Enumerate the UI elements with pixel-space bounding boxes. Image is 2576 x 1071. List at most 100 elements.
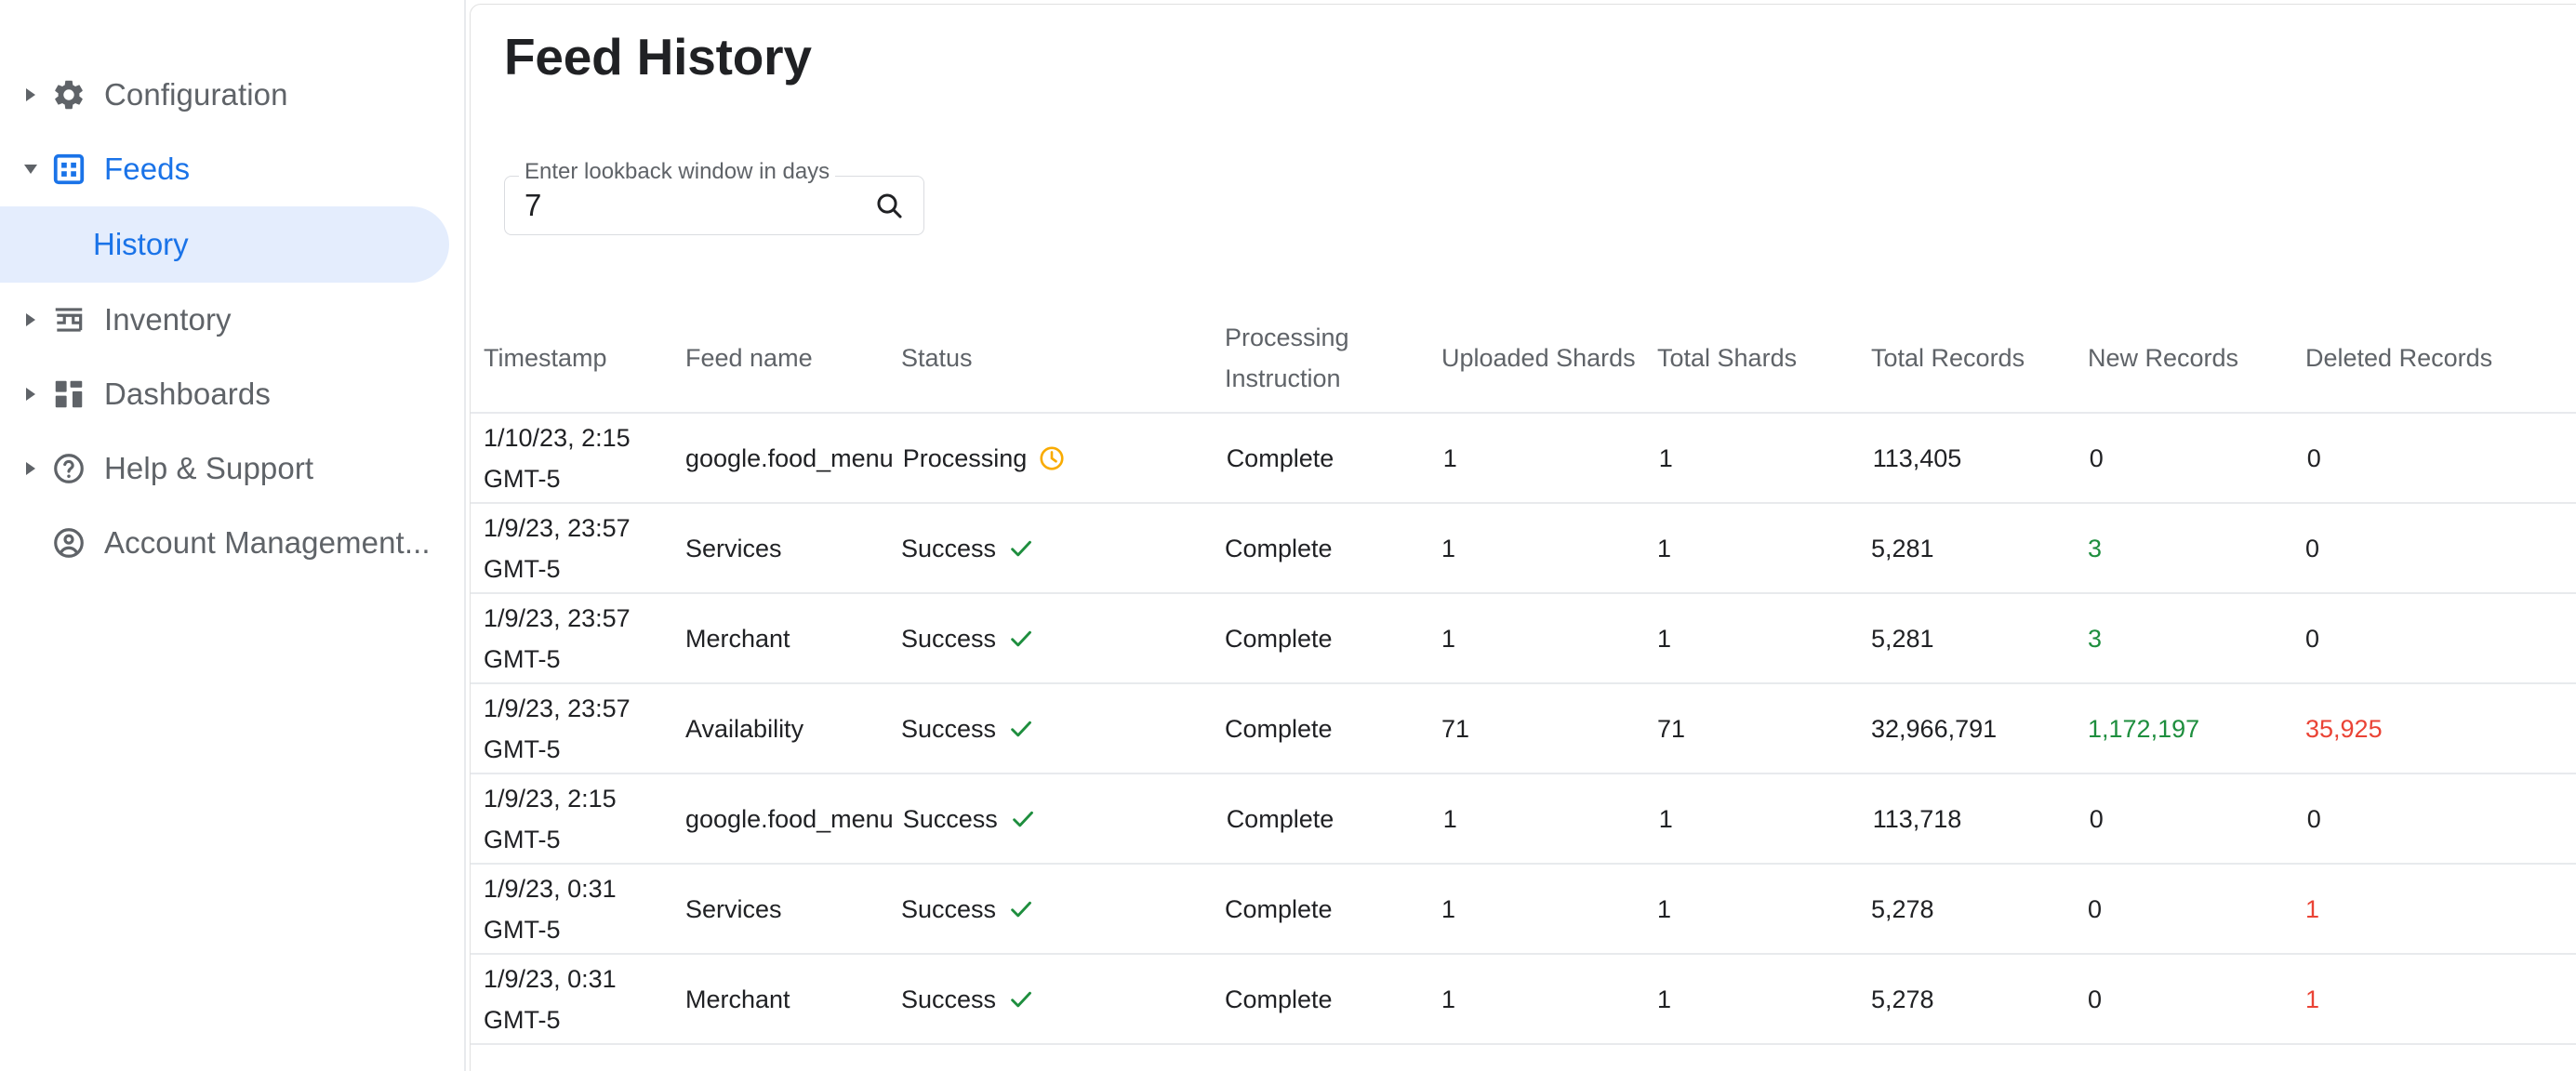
table-body: 1/10/23, 2:15 GMT-5 google.food_menu Proce…	[471, 414, 2576, 1045]
cell-uploaded-shards: 1	[1442, 804, 1457, 833]
cell-status: Success	[901, 528, 1225, 569]
store-icon	[45, 302, 93, 337]
cell-total-shards: 71	[1657, 714, 1686, 743]
cell-deleted-records: 0	[2306, 443, 2321, 472]
feeds-grid-icon	[45, 152, 93, 187]
cell-timestamp: 1/9/23, 23:57 GMT-5	[484, 603, 631, 673]
table-row[interactable]: 1/9/23, 23:57 GMT-5 Availability Success Co…	[471, 684, 2576, 774]
sidebar: Configuration Feeds History Inventory Da…	[0, 0, 466, 1071]
sidebar-item-label: Help & Support	[104, 451, 314, 485]
status-label: Success	[902, 804, 998, 833]
status-label: Processing	[902, 443, 1028, 472]
cell-deleted-records: 0	[2305, 534, 2320, 562]
status-label: Success	[901, 714, 997, 743]
table-row[interactable]: 1/9/23, 2:15 GMT-5 google.food_menu Succes…	[471, 774, 2576, 865]
chevron-right-icon[interactable]	[17, 462, 45, 475]
table-row[interactable]: 1/9/23, 0:31 GMT-5 Services Success Complet…	[471, 865, 2576, 955]
column-header-total-records[interactable]: Total Records	[1871, 337, 2088, 378]
cell-status: Processing	[903, 438, 1227, 479]
cell-timestamp: 1/9/23, 0:31 GMT-5	[484, 964, 617, 1034]
cell-processing-instruction: Complete	[1226, 804, 1334, 833]
cell-status: Success	[903, 799, 1227, 840]
sidebar-item-feeds[interactable]: Feeds	[0, 132, 464, 206]
sidebar-subitem-label: History	[93, 227, 189, 261]
cell-feed-name: Services	[685, 534, 782, 562]
cell-processing-instruction: Complete	[1225, 985, 1333, 1013]
table-header-row: Timestamp Feed name Status Processing In…	[471, 304, 2576, 414]
dashboard-icon	[45, 377, 93, 412]
sidebar-item-history[interactable]: History	[0, 206, 449, 283]
cell-new-records: 0	[2088, 894, 2103, 923]
chevron-right-icon[interactable]	[17, 388, 45, 401]
cell-processing-instruction: Complete	[1226, 443, 1334, 472]
cell-deleted-records: 35,925	[2305, 714, 2383, 743]
status-label: Success	[901, 985, 997, 1013]
cell-total-records: 5,278	[1871, 894, 1934, 923]
cell-uploaded-shards: 1	[1442, 443, 1457, 472]
sidebar-item-account-management[interactable]: Account Management...	[0, 506, 464, 580]
cell-uploaded-shards: 1	[1441, 894, 1456, 923]
column-header-processing-instruction[interactable]: Processing Instruction	[1225, 317, 1441, 399]
table-row[interactable]: 1/9/23, 0:31 GMT-5 Merchant Success Complet…	[471, 955, 2576, 1045]
check-icon	[1009, 805, 1037, 833]
cell-uploaded-shards: 1	[1441, 534, 1456, 562]
check-icon	[1007, 715, 1035, 743]
table-row[interactable]: 1/10/23, 2:15 GMT-5 google.food_menu Proce…	[471, 414, 2576, 504]
cell-status: Success	[901, 618, 1225, 659]
cell-new-records: 3	[2088, 534, 2103, 562]
cell-total-records: 5,281	[1871, 624, 1934, 653]
cell-processing-instruction: Complete	[1225, 534, 1333, 562]
table-row[interactable]: 1/9/23, 23:57 GMT-5 Services Success Comple…	[471, 504, 2576, 594]
cell-total-shards: 1	[1657, 894, 1672, 923]
lookback-input[interactable]	[524, 176, 841, 235]
column-header-status[interactable]: Status	[901, 337, 1225, 378]
column-header-uploaded-shards[interactable]: Uploaded Shards	[1441, 337, 1657, 378]
cell-feed-name: Merchant	[685, 624, 790, 653]
sidebar-item-inventory[interactable]: Inventory	[0, 283, 464, 357]
sidebar-item-dashboards[interactable]: Dashboards	[0, 357, 464, 431]
cell-total-shards: 1	[1657, 985, 1672, 1013]
cell-total-shards: 1	[1658, 443, 1673, 472]
cell-new-records: 3	[2088, 624, 2103, 653]
table-row[interactable]: 1/9/23, 23:57 GMT-5 Merchant Success Comple…	[471, 594, 2576, 684]
cell-timestamp: 1/9/23, 23:57 GMT-5	[484, 694, 631, 763]
feed-history-card: Feed History Enter lookback window in da…	[470, 4, 2576, 1071]
column-header-new-records[interactable]: New Records	[2088, 337, 2305, 378]
cell-uploaded-shards: 1	[1441, 985, 1456, 1013]
cell-feed-name: google.food_menu	[685, 804, 894, 833]
check-icon	[1007, 535, 1035, 562]
chevron-right-icon[interactable]	[17, 313, 45, 326]
column-header-timestamp[interactable]: Timestamp	[471, 337, 685, 378]
main-content: Feed History Enter lookback window in da…	[466, 0, 2576, 1071]
cell-new-records: 0	[2089, 804, 2104, 833]
column-header-feed-name[interactable]: Feed name	[685, 337, 901, 378]
sidebar-item-configuration[interactable]: Configuration	[0, 58, 464, 132]
cell-total-shards: 1	[1657, 624, 1672, 653]
status-label: Success	[901, 534, 997, 562]
cell-uploaded-shards: 71	[1441, 714, 1470, 743]
cell-status: Success	[901, 889, 1225, 930]
cell-deleted-records: 1	[2305, 894, 2320, 923]
sidebar-item-label: Account Management...	[104, 525, 431, 560]
cell-total-records: 32,966,791	[1871, 714, 1998, 743]
sidebar-item-label: Inventory	[104, 302, 232, 337]
cell-total-records: 113,718	[1872, 804, 1962, 833]
column-header-total-shards[interactable]: Total Shards	[1657, 337, 1871, 378]
cell-total-records: 5,278	[1871, 985, 1934, 1013]
sidebar-item-help-support[interactable]: Help & Support	[0, 431, 464, 506]
cell-processing-instruction: Complete	[1225, 714, 1333, 743]
search-icon[interactable]	[870, 187, 908, 224]
cell-timestamp: 1/9/23, 23:57 GMT-5	[484, 513, 631, 583]
cell-feed-name: Availability	[685, 714, 804, 743]
cell-total-records: 5,281	[1871, 534, 1934, 562]
cell-uploaded-shards: 1	[1441, 624, 1456, 653]
column-header-deleted-records[interactable]: Deleted Records	[2305, 337, 2565, 378]
lookback-field[interactable]: Enter lookback window in days	[504, 161, 924, 235]
cell-processing-instruction: Complete	[1225, 894, 1333, 923]
chevron-right-icon[interactable]	[17, 88, 45, 101]
cell-feed-name: google.food_menu	[685, 443, 894, 472]
chevron-down-icon[interactable]	[17, 165, 45, 174]
cell-deleted-records: 0	[2306, 804, 2321, 833]
page-title: Feed History	[504, 28, 812, 86]
cell-new-records: 0	[2088, 985, 2103, 1013]
